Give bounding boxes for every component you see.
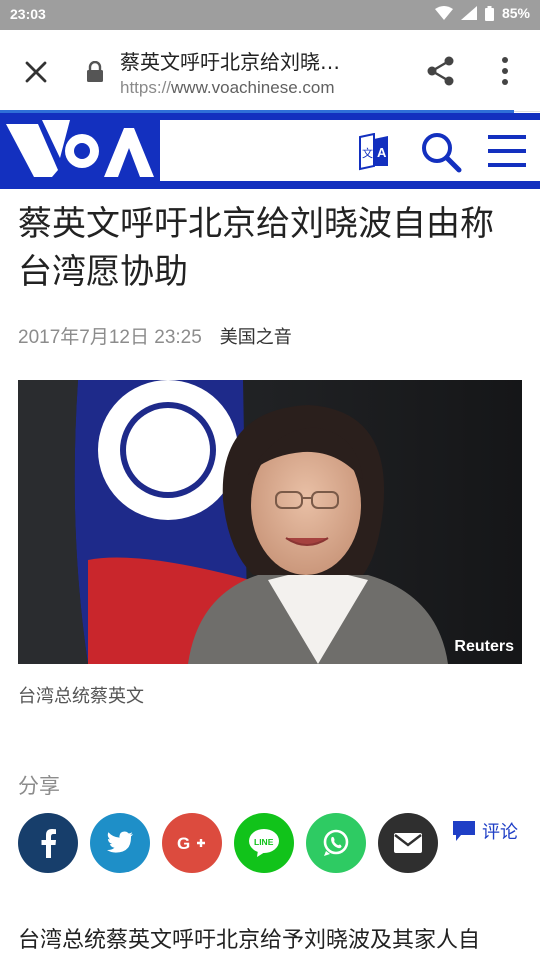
- status-icons: 85%: [434, 5, 530, 21]
- browser-toolbar: 蔡英文呼吁北京给刘晓… https://www.voachinese.com: [0, 30, 540, 112]
- whatsapp-icon: [323, 829, 349, 856]
- email-icon: [394, 833, 422, 853]
- menu-icon[interactable]: [486, 133, 528, 169]
- comments-link[interactable]: 评论: [452, 818, 518, 844]
- article-date: 2017年7月12日 23:25: [18, 327, 202, 348]
- share-twitter-button[interactable]: [90, 813, 150, 873]
- signal-icon: [460, 6, 477, 20]
- page-url[interactable]: https://www.voachinese.com: [120, 78, 335, 98]
- article-meta: 2017年7月12日 23:25 美国之音: [18, 322, 292, 349]
- photo-illustration: [18, 380, 522, 664]
- voa-logo[interactable]: [0, 120, 160, 181]
- svg-text:文: 文: [362, 146, 373, 160]
- close-tab-button[interactable]: [18, 54, 54, 90]
- facebook-icon: [41, 829, 56, 858]
- share-line-button[interactable]: LINE: [234, 813, 294, 873]
- share-icon[interactable]: [424, 54, 458, 88]
- lock-icon: [87, 61, 103, 82]
- twitter-icon: [107, 831, 133, 853]
- comment-icon: [453, 821, 475, 841]
- svg-text:A: A: [377, 145, 387, 160]
- status-time: 23:03: [10, 6, 46, 22]
- url-scheme: https://: [120, 78, 172, 97]
- header-top-line: [0, 113, 540, 120]
- battery-level: 85%: [501, 5, 530, 21]
- page-title: 蔡英文呼吁北京给刘晓…: [120, 50, 340, 74]
- share-buttons: G LINE: [18, 813, 438, 873]
- site-header: 文 A: [0, 113, 540, 189]
- share-google-plus-button[interactable]: G: [162, 813, 222, 873]
- share-email-button[interactable]: [378, 813, 438, 873]
- line-icon: LINE: [249, 829, 279, 857]
- wifi-icon: [434, 6, 453, 20]
- url-host: www.voachinese.com: [171, 78, 335, 97]
- article-headline: 蔡英文呼吁北京给刘晓波自由称台湾愿协助: [18, 204, 494, 292]
- article-source[interactable]: 美国之音: [220, 327, 292, 348]
- photo-credit: Reuters: [454, 638, 514, 655]
- article-photo[interactable]: Reuters: [18, 380, 522, 664]
- status-bar: 23:03 85%: [0, 0, 540, 30]
- svg-text:G: G: [177, 834, 190, 853]
- article-body: 台湾总统蔡英文呼吁北京给予刘晓波及其家人自: [18, 928, 481, 953]
- search-icon[interactable]: [420, 131, 462, 173]
- share-facebook-button[interactable]: [18, 813, 78, 873]
- svg-text:LINE: LINE: [254, 837, 274, 847]
- close-icon: [25, 61, 47, 83]
- google-plus-icon: G: [177, 834, 205, 853]
- battery-icon: [484, 5, 494, 21]
- comments-label: 评论: [482, 822, 518, 843]
- header-bottom-line: [0, 181, 540, 189]
- share-whatsapp-button[interactable]: [306, 813, 366, 873]
- photo-caption: 台湾总统蔡英文: [18, 686, 144, 707]
- language-switch-icon[interactable]: 文 A: [356, 133, 392, 171]
- more-options-icon[interactable]: [494, 54, 516, 88]
- share-label: 分享: [18, 774, 60, 798]
